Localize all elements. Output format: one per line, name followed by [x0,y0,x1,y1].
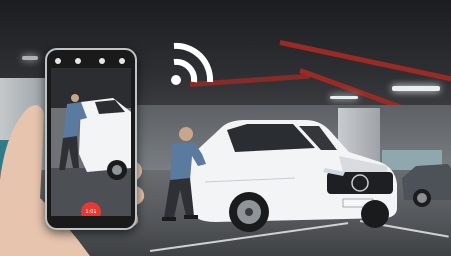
phone-preview-scene [51,68,131,216]
phone-camera-view: 1:01 [51,68,131,216]
person-at-car [162,127,206,221]
parking-garage-scene: 1:01 [0,0,451,256]
wifi-icon [171,42,214,85]
timer-icon[interactable] [75,58,81,64]
mic-icon[interactable] [119,58,125,64]
camera-toolbar [51,56,131,66]
flash-icon[interactable] [99,58,105,64]
record-button[interactable]: 1:01 [81,202,101,216]
ceiling-light [22,56,38,60]
ceiling-light [330,96,358,99]
ceiling-light [392,86,440,91]
background-car [402,164,451,207]
settings-icon[interactable] [55,58,61,64]
smartphone: 1:01 [45,48,137,230]
